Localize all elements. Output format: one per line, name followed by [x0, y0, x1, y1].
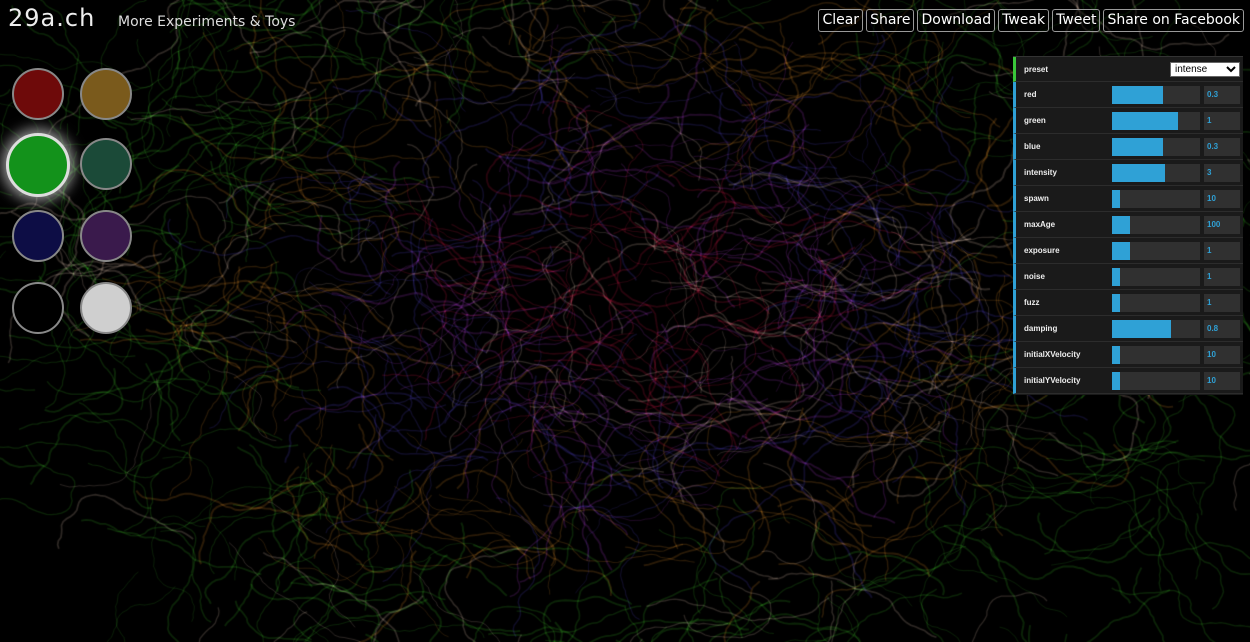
spawn-slider-fill [1112, 190, 1120, 208]
intensity-row: intensity 3 [1013, 160, 1243, 186]
initial-y-velocity-slider[interactable] [1112, 372, 1200, 390]
intensity-slider-fill [1112, 164, 1165, 182]
green-label: green [1024, 116, 1046, 125]
swatch-dark-teal[interactable] [80, 138, 132, 190]
green-slider[interactable] [1112, 112, 1200, 130]
clear-button[interactable]: Clear [818, 9, 864, 32]
swatch-black[interactable] [12, 282, 64, 334]
noise-slider[interactable] [1112, 268, 1200, 286]
swatch-light-gray[interactable] [80, 282, 132, 334]
spawn-slider[interactable] [1112, 190, 1200, 208]
tweak-button[interactable]: Tweak [998, 9, 1050, 32]
damping-slider[interactable] [1112, 320, 1200, 338]
green-row: green 1 [1013, 108, 1243, 134]
fuzz-label: fuzz [1024, 298, 1040, 307]
initial-x-velocity-row: initialXVelocity 10 [1013, 342, 1243, 368]
max-age-slider[interactable] [1112, 216, 1200, 234]
initial-x-velocity-label: initialXVelocity [1024, 350, 1081, 359]
exposure-row: exposure 1 [1013, 238, 1243, 264]
max-age-input[interactable]: 100 [1204, 216, 1240, 234]
exposure-slider-fill [1112, 242, 1130, 260]
fuzz-row: fuzz 1 [1013, 290, 1243, 316]
initial-y-velocity-label: initialYVelocity [1024, 376, 1081, 385]
blue-row: blue 0.3 [1013, 134, 1243, 160]
initial-x-velocity-slider[interactable] [1112, 346, 1200, 364]
max-age-label: maxAge [1024, 220, 1056, 229]
noise-slider-fill [1112, 268, 1120, 286]
red-row: red 0.3 [1013, 82, 1243, 108]
blue-slider-fill [1112, 138, 1164, 156]
initial-x-velocity-input[interactable]: 10 [1204, 346, 1240, 364]
intensity-slider[interactable] [1112, 164, 1200, 182]
damping-label: damping [1024, 324, 1058, 333]
spawn-label: spawn [1024, 194, 1049, 203]
blue-label: blue [1024, 142, 1041, 151]
noise-input[interactable]: 1 [1204, 268, 1240, 286]
initial-x-velocity-slider-fill [1112, 346, 1120, 364]
swatch-green[interactable] [6, 133, 70, 197]
damping-row: damping 0.8 [1013, 316, 1243, 342]
blue-input[interactable]: 0.3 [1204, 138, 1240, 156]
fuzz-input[interactable]: 1 [1204, 294, 1240, 312]
noise-label: noise [1024, 272, 1045, 281]
swatch-dark-red[interactable] [12, 68, 64, 120]
red-input[interactable]: 0.3 [1204, 86, 1240, 104]
exposure-slider[interactable] [1112, 242, 1200, 260]
share-button[interactable]: Share [866, 9, 915, 32]
preset-row: preset intense [1013, 57, 1243, 82]
max-age-row: maxAge 100 [1013, 212, 1243, 238]
damping-slider-fill [1112, 320, 1171, 338]
preset-select[interactable]: intense [1170, 62, 1240, 77]
exposure-input[interactable]: 1 [1204, 242, 1240, 260]
swatch-dark-purple[interactable] [80, 210, 132, 262]
fuzz-slider[interactable] [1112, 294, 1200, 312]
initial-y-velocity-slider-fill [1112, 372, 1120, 390]
green-input[interactable]: 1 [1204, 112, 1240, 130]
exposure-label: exposure [1024, 246, 1060, 255]
max-age-slider-fill [1112, 216, 1130, 234]
fuzz-slider-fill [1112, 294, 1120, 312]
red-slider[interactable] [1112, 86, 1200, 104]
controls-panel: preset intense red 0.3 green 1 blue 0.3 intens… [1013, 56, 1243, 395]
initial-y-velocity-row: initialYVelocity 10 [1013, 368, 1243, 394]
toolbar: Clear Share Download Tweak Tweet Share o… [818, 9, 1244, 32]
intensity-label: intensity [1024, 168, 1057, 177]
tweet-button[interactable]: Tweet [1052, 9, 1101, 32]
swatch-navy[interactable] [12, 210, 64, 262]
red-label: red [1024, 90, 1037, 99]
initial-y-velocity-input[interactable]: 10 [1204, 372, 1240, 390]
damping-input[interactable]: 0.8 [1204, 320, 1240, 338]
more-experiments-link[interactable]: More Experiments & Toys [118, 14, 295, 30]
spawn-input[interactable]: 10 [1204, 190, 1240, 208]
swatch-olive-gold[interactable] [80, 68, 132, 120]
red-slider-fill [1112, 86, 1164, 104]
blue-slider[interactable] [1112, 138, 1200, 156]
preset-label: preset [1024, 65, 1049, 74]
download-button[interactable]: Download [917, 9, 996, 32]
intensity-input[interactable]: 3 [1204, 164, 1240, 182]
spawn-row: spawn 10 [1013, 186, 1243, 212]
share-facebook-button[interactable]: Share on Facebook [1103, 9, 1244, 32]
site-logo[interactable]: 29a.ch [8, 4, 95, 32]
green-slider-fill [1112, 112, 1178, 130]
noise-row: noise 1 [1013, 264, 1243, 290]
